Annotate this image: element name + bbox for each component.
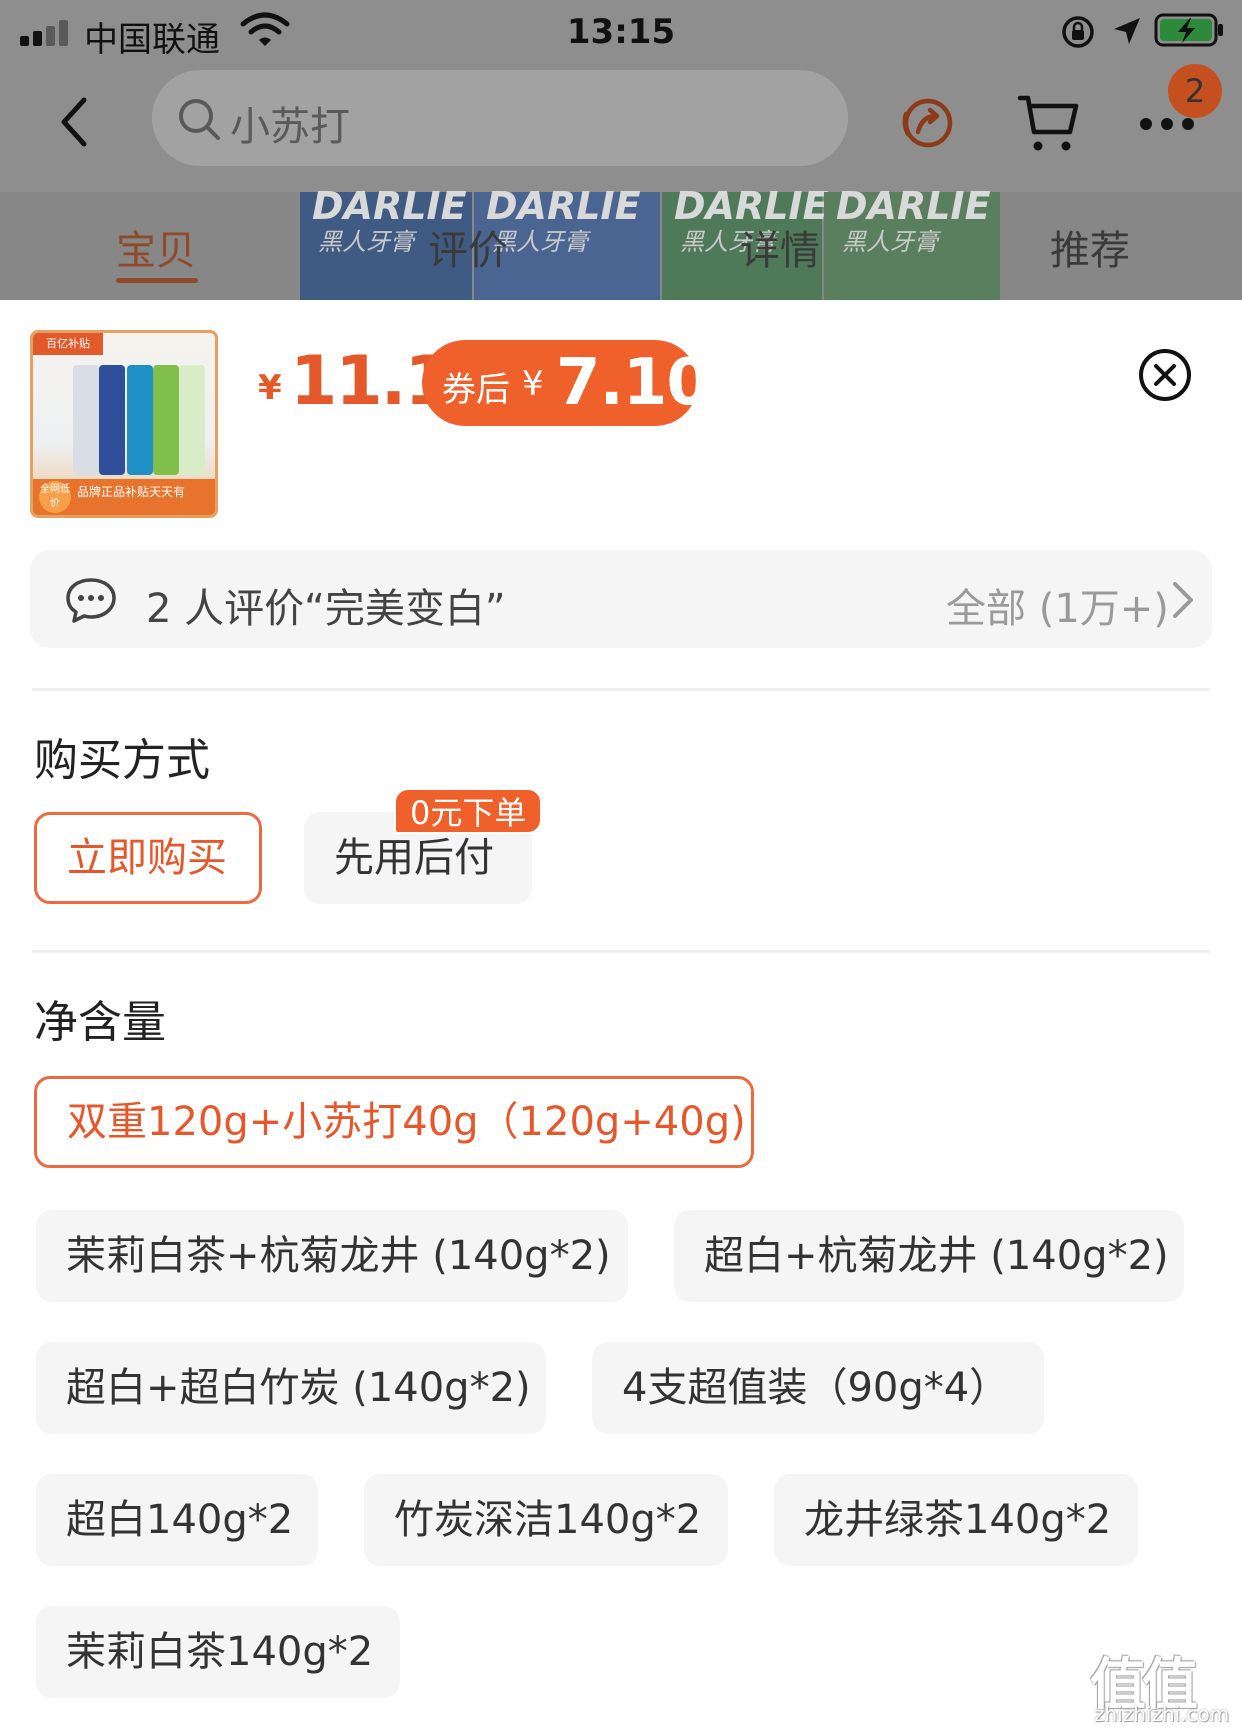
option-net-content[interactable]: 超白+超白竹炭 (140g*2) bbox=[36, 1342, 546, 1434]
coupon-price: 7.10 bbox=[556, 346, 711, 420]
tab-bar: DARLIE 黑人牙膏 DARLIE 黑人牙膏 DARLIE 黑人牙膏 DARLIE 黑… bbox=[0, 184, 1242, 300]
zero-yuan-promo-badge: 0元下单 bbox=[394, 788, 543, 834]
option-buy-now[interactable]: 立即购买 bbox=[34, 812, 262, 904]
review-highlight: 2 人评价“完美变白” bbox=[146, 586, 506, 632]
coupon-price-badge: 券后 ¥ 7.10 bbox=[422, 340, 711, 426]
notification-badge: 2 bbox=[1168, 64, 1222, 118]
back-icon[interactable] bbox=[54, 94, 94, 150]
option-net-content[interactable]: 超白+杭菊龙井 (140g*2) bbox=[674, 1210, 1184, 1302]
divider bbox=[32, 950, 1210, 953]
dimmed-background: 中国联通 13:15 小苏打 2 DARLIE 黑人牙膏 DARLIE 黑人牙膏… bbox=[0, 0, 1242, 300]
cart-icon[interactable] bbox=[1016, 92, 1080, 154]
location-arrow-icon bbox=[1114, 18, 1140, 44]
search-input[interactable]: 小苏打 bbox=[152, 70, 848, 166]
divider bbox=[32, 688, 1210, 691]
option-net-content[interactable]: 竹炭深洁140g*2 bbox=[364, 1474, 728, 1566]
tab-reviews[interactable]: 评价 bbox=[428, 218, 508, 276]
purchase-method-title: 购买方式 bbox=[34, 735, 210, 786]
product-image-strip: DARLIE 黑人牙膏 DARLIE 黑人牙膏 DARLIE 黑人牙膏 DARLIE 黑… bbox=[300, 184, 1000, 300]
thumbnail-circle: 全网低价 bbox=[39, 481, 71, 513]
search-icon bbox=[179, 99, 220, 140]
tab-baobei[interactable]: 宝贝 bbox=[116, 218, 196, 276]
coupon-currency: ¥ bbox=[522, 364, 544, 404]
option-net-content[interactable]: 龙井绿茶140g*2 bbox=[774, 1474, 1138, 1566]
clock: 13:15 bbox=[566, 12, 676, 52]
site-watermark: 值值值 zhizhizhi.com bbox=[1090, 1653, 1230, 1726]
option-net-content[interactable]: 超白140g*2 bbox=[36, 1474, 318, 1566]
nav-bar: 小苏打 2 bbox=[0, 64, 1242, 182]
active-tab-indicator bbox=[116, 278, 198, 283]
tab-details[interactable]: 详情 bbox=[740, 218, 820, 276]
product-thumbnail[interactable]: 百亿补贴 全网低价 品牌正品补贴天天有 bbox=[30, 330, 218, 518]
option-net-content[interactable]: 茉莉白茶140g*2 bbox=[36, 1606, 400, 1698]
search-text: 小苏打 bbox=[230, 104, 350, 150]
tab-recommend[interactable]: 推荐 bbox=[1050, 218, 1130, 276]
option-net-content[interactable]: 茉莉白茶+杭菊龙井 (140g*2) bbox=[36, 1210, 628, 1302]
net-content-title: 净含量 bbox=[34, 997, 166, 1048]
chat-bubble-icon bbox=[66, 578, 116, 623]
thumbnail-tag: 百亿补贴 bbox=[33, 333, 103, 355]
share-icon[interactable] bbox=[896, 92, 958, 154]
option-net-content[interactable]: 4支超值装（90g*4） bbox=[592, 1342, 1044, 1434]
review-summary-bar[interactable]: 2 人评价“完美变白” 全部 (1万+) bbox=[30, 550, 1212, 648]
coupon-label: 券后 bbox=[442, 370, 510, 410]
review-count: 全部 (1万+) bbox=[946, 586, 1169, 632]
battery-charging-icon bbox=[1154, 13, 1223, 47]
status-bar: 中国联通 13:15 bbox=[0, 0, 1242, 64]
close-icon[interactable] bbox=[1138, 348, 1192, 402]
rotation-lock-icon bbox=[1062, 16, 1094, 48]
option-net-content[interactable]: 双重120g+小苏打40g（120g+40g) bbox=[34, 1076, 754, 1168]
sku-sheet: 百亿补贴 全网低价 品牌正品补贴天天有 ¥ 11.1 券后 ¥ 7.10 2 人… bbox=[0, 300, 1242, 1729]
price-currency: ¥ bbox=[258, 368, 282, 408]
chevron-right-icon bbox=[1173, 582, 1193, 618]
thumbnail-footer: 品牌正品补贴天天有 bbox=[77, 485, 186, 499]
